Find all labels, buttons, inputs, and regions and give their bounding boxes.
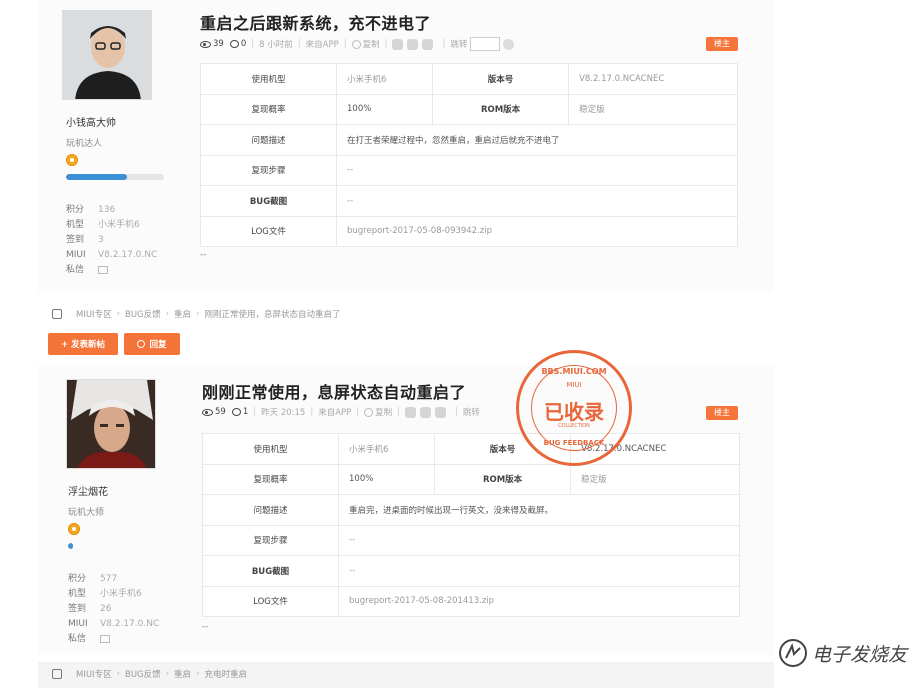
message-icon[interactable] bbox=[98, 266, 108, 274]
avatar[interactable] bbox=[66, 379, 156, 469]
stat-points: 积分 577 bbox=[68, 574, 118, 584]
stat-message: 私信 bbox=[66, 263, 157, 278]
table-row: LOG文件 bugreport-2017-05-08-093942.zip bbox=[200, 215, 738, 247]
reply-icon bbox=[137, 340, 146, 348]
watermark: 电子发烧友 bbox=[778, 638, 907, 668]
user-stats: 积分 577 机型 小米手机6 签到 26 MIUI V8.2.17.0.NC 私信 bbox=[68, 572, 159, 647]
op-badge: 楼主 bbox=[706, 406, 738, 420]
home-icon[interactable] bbox=[52, 309, 62, 319]
breadcrumb-item[interactable]: MIUI专区 bbox=[76, 308, 112, 320]
post-footer: -- bbox=[200, 250, 207, 260]
log-file-link[interactable]: bugreport-2017-05-08-201413.zip bbox=[338, 585, 740, 617]
table-row: 复现步骤 -- bbox=[200, 154, 738, 186]
table-row: BUG截图 -- bbox=[202, 555, 740, 587]
level-progress bbox=[68, 543, 166, 549]
watermark-logo-icon bbox=[779, 639, 807, 667]
stat-model: 机型 小米手机6 bbox=[68, 589, 142, 599]
medal-icon bbox=[66, 154, 78, 166]
share-icon-2[interactable] bbox=[420, 406, 432, 418]
breadcrumb-item[interactable]: BUG反馈 bbox=[125, 308, 161, 320]
share-icon-3[interactable] bbox=[422, 38, 434, 50]
jump-input[interactable] bbox=[470, 37, 501, 51]
new-post-button[interactable]: + 发表新帖 bbox=[48, 333, 118, 355]
post-meta: 59 1 | 昨天 20:15 | 来自APP | 复制 | | 跳转 bbox=[202, 406, 480, 418]
table-row: 复现概率 100% ROM版本 稳定版 bbox=[202, 463, 740, 495]
stat-checkin: 签到 3 bbox=[66, 235, 104, 245]
op-badge: 楼主 bbox=[706, 37, 738, 51]
breadcrumb: MIUI专区 › BUG反馈 › 重启 › 刚刚正常使用，息屏状态自动重启了 bbox=[52, 308, 340, 320]
breadcrumb-item[interactable]: 充电时重启 bbox=[204, 668, 247, 680]
post-title: 刚刚正常使用，息屏状态自动重启了 bbox=[202, 383, 467, 402]
post-panel-2: 浮尘烟花 玩机大师 积分 577 机型 小米手机6 签到 26 MIUI V8.2.17… bbox=[38, 365, 774, 655]
avatar[interactable] bbox=[62, 10, 152, 100]
stat-miui: MIUI V8.2.17.0.NC bbox=[68, 619, 160, 629]
share-icon-1[interactable] bbox=[392, 38, 404, 50]
share-icon-2[interactable] bbox=[407, 38, 419, 50]
breadcrumb-item[interactable]: 重启 bbox=[174, 668, 191, 680]
breadcrumb: MIUI专区 › BUG反馈 › 重启 › 充电时重启 bbox=[52, 668, 247, 680]
breadcrumb-item[interactable]: MIUI专区 bbox=[76, 668, 112, 680]
log-file-link[interactable]: bugreport-2017-05-08-093942.zip bbox=[336, 215, 738, 247]
post-title: 重启之后跟新系统，充不进电了 bbox=[200, 14, 432, 33]
copy-link[interactable]: 复制 bbox=[375, 406, 392, 418]
copy-link[interactable]: 复制 bbox=[363, 38, 380, 50]
stat-points: 积分 136 bbox=[66, 205, 116, 215]
user-rank: 玩机达人 bbox=[66, 139, 103, 149]
share-icon-1[interactable] bbox=[405, 406, 417, 418]
post-panel-1: 小钱高大帅 玩机达人 积分 136 机型 小米手机6 签到 3 MIUI V8.2.17… bbox=[38, 0, 774, 292]
table-row: 问题描述 在打王者荣耀过程中，忽然重启，重启过后就充不进电了 bbox=[200, 124, 738, 156]
share-icon-3[interactable] bbox=[435, 406, 447, 418]
table-row: 使用机型 小米手机6 版本号 V8.2.17.0.NCACNEC bbox=[202, 433, 740, 465]
jump-go-icon[interactable] bbox=[503, 38, 515, 50]
username[interactable]: 浮尘烟花 bbox=[68, 483, 108, 498]
table-row: 问题描述 重启完，进桌面的时候出现一行英文，没来得及截屏。 bbox=[202, 494, 740, 526]
avatar-anime-icon bbox=[67, 380, 155, 468]
home-icon[interactable] bbox=[52, 669, 62, 679]
medal-icon bbox=[68, 523, 80, 535]
user-rank: 玩机大师 bbox=[68, 508, 105, 518]
replies-icon bbox=[231, 408, 241, 416]
message-icon[interactable] bbox=[100, 635, 110, 643]
breadcrumb-item[interactable]: BUG反馈 bbox=[125, 668, 161, 680]
breadcrumb-item[interactable]: 刚刚正常使用，息屏状态自动重启了 bbox=[204, 308, 340, 320]
bug-info-table: 使用机型 小米手机6 版本号 V8.2.17.0.NCACNEC 复现概率 100% RO… bbox=[200, 63, 738, 247]
table-row: 复现步骤 -- bbox=[202, 524, 740, 556]
user-stats: 积分 136 机型 小米手机6 签到 3 MIUI V8.2.17.0.NC 私信 bbox=[66, 203, 157, 278]
replies-icon bbox=[229, 40, 239, 48]
table-row: 复现概率 100% ROM版本 稳定版 bbox=[200, 93, 738, 125]
bug-info-table: 使用机型 小米手机6 版本号 V8.2.17.0.NCACNEC 复现概率 100% RO… bbox=[202, 433, 740, 617]
username[interactable]: 小钱高大帅 bbox=[66, 114, 116, 129]
table-row: BUG截图 -- bbox=[200, 185, 738, 217]
views-icon bbox=[202, 408, 213, 416]
copy-icon bbox=[364, 407, 374, 417]
stat-message: 私信 bbox=[68, 632, 159, 647]
collected-stamp: BBS.MIUI.COM MIUI 已收录 COLLECTION BUG FEE… bbox=[516, 350, 632, 466]
post-meta: 39 0 | 8 小时前 | 来自APP | 复制 | | 跳转 bbox=[200, 37, 515, 51]
stat-miui: MIUI V8.2.17.0.NC bbox=[66, 250, 158, 260]
table-row: LOG文件 bugreport-2017-05-08-201413.zip bbox=[202, 585, 740, 617]
copy-icon bbox=[351, 39, 361, 49]
post-footer: -- bbox=[202, 622, 209, 632]
stat-model: 机型 小米手机6 bbox=[66, 220, 140, 230]
stat-checkin: 签到 26 bbox=[68, 604, 112, 614]
avatar-photo-icon bbox=[63, 11, 151, 99]
table-row: 使用机型 小米手机6 版本号 V8.2.17.0.NCACNEC bbox=[200, 63, 738, 95]
reply-button[interactable]: 回复 bbox=[124, 333, 180, 355]
level-progress bbox=[66, 174, 164, 180]
views-icon bbox=[200, 40, 211, 48]
breadcrumb-item[interactable]: 重启 bbox=[174, 308, 191, 320]
